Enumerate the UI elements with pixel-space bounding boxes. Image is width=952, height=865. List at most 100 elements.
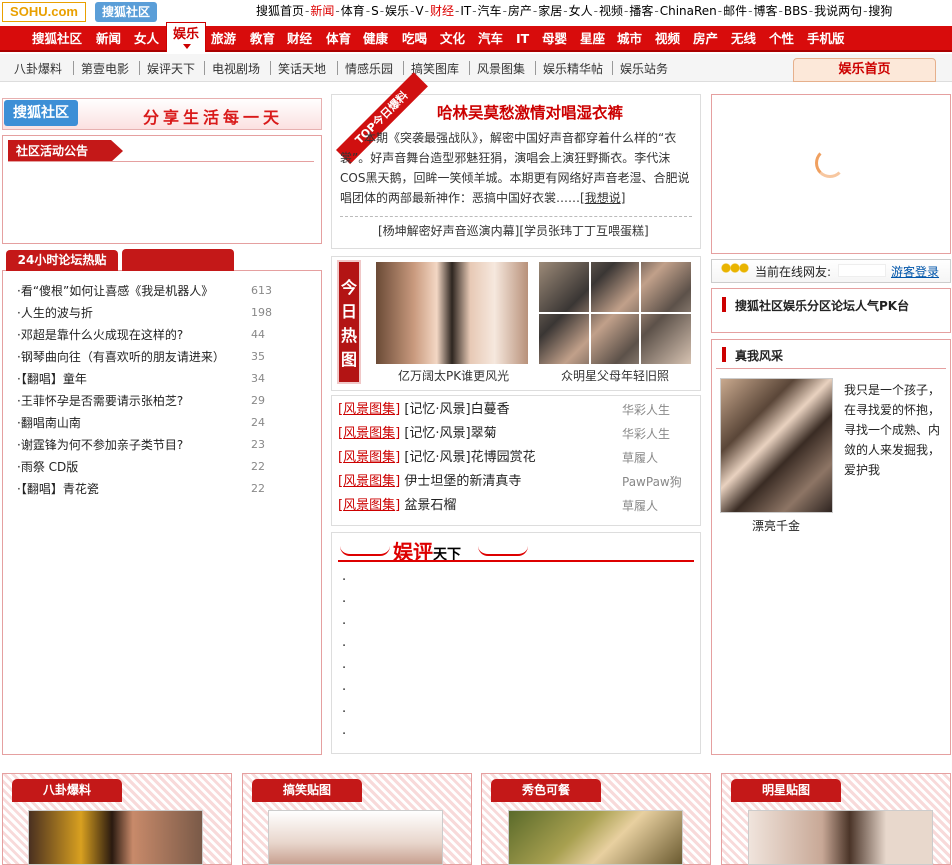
main-nav-item[interactable]: IT	[516, 26, 529, 52]
sohu-logo[interactable]: SOHU.com	[2, 2, 86, 22]
review-item[interactable]: ·	[342, 614, 346, 636]
scenery-tag[interactable]: [风景图集]	[338, 498, 400, 513]
top-link[interactable]: 娱乐	[385, 4, 409, 18]
main-nav-item[interactable]: 星座	[580, 26, 605, 52]
review-item[interactable]: ·	[342, 570, 346, 592]
main-nav-item[interactable]: 女人	[134, 26, 159, 52]
main-nav-active-tab[interactable]: 娱乐	[166, 22, 206, 52]
sub-nav-item[interactable]: 第壹电影	[81, 60, 129, 77]
hot-post-title[interactable]: ·雨祭 CD版	[17, 456, 78, 478]
review-item[interactable]: ·	[342, 680, 346, 702]
sub-nav-item[interactable]: 笑话天地	[278, 60, 326, 77]
scenery-title[interactable]: [记忆·风景]翠菊	[404, 426, 496, 441]
main-nav-item[interactable]: 新闻	[96, 26, 121, 52]
top-story-title[interactable]: 哈林吴莫愁激情对唱湿衣裤	[437, 101, 623, 123]
pk-title[interactable]: 搜狐社区娱乐分区论坛人气PK台	[735, 297, 909, 314]
sub-nav-item[interactable]: 电视剧场	[212, 60, 260, 77]
top-story-related-links[interactable]: [杨坤解密好声音巡演内幕][学员张玮丁丁互喂蛋糕]	[378, 222, 649, 239]
review-item[interactable]: ·	[342, 592, 346, 614]
hot-post-row[interactable]: ·钢琴曲向往（有喜欢听的朋友请进来） 35	[17, 346, 307, 368]
star-name[interactable]: 漂亮千金	[752, 517, 800, 534]
scenery-title[interactable]: 盆景石榴	[404, 498, 456, 513]
scenery-user[interactable]: 草履人	[622, 446, 658, 470]
review-item[interactable]: ·	[342, 658, 346, 680]
hot-posts-title[interactable]: 24小时论坛热贴	[6, 250, 118, 271]
photo-star-parents[interactable]	[539, 262, 691, 364]
photo-caption-1[interactable]: 亿万阔太PK谁更风光	[398, 367, 509, 384]
hot-post-title[interactable]: ·人生的波与折	[17, 302, 93, 324]
bottom-photo-stars[interactable]	[748, 810, 933, 865]
top-story-more-link[interactable]: 我想说	[585, 191, 621, 205]
top-link[interactable]: 播客	[629, 4, 653, 18]
scenery-row[interactable]: [风景图集] [记忆·风景]翠菊 华彩人生	[338, 422, 694, 446]
bottom-tab-beauty[interactable]: 秀色可餐	[491, 779, 601, 802]
photo-caption-2[interactable]: 众明星父母年轻旧照	[561, 367, 669, 384]
main-nav-item[interactable]: 汽车	[478, 26, 503, 52]
star-photo[interactable]	[720, 378, 833, 513]
hot-post-row[interactable]: ·邓超是靠什么火成现在这样的? 44	[17, 324, 307, 346]
main-nav-item[interactable]: 教育	[250, 26, 275, 52]
main-nav-item[interactable]: 视频	[655, 26, 680, 52]
scenery-tag[interactable]: [风景图集]	[338, 402, 400, 417]
scenery-user[interactable]: 华彩人生	[622, 422, 670, 446]
top-link[interactable]: IT	[460, 4, 471, 18]
top-link[interactable]: S	[371, 4, 379, 18]
bottom-tab-stars[interactable]: 明星贴图	[731, 779, 841, 802]
top-link[interactable]: ChinaRen	[660, 4, 717, 18]
star-title[interactable]: 真我风采	[735, 347, 783, 364]
hot-post-row[interactable]: ·谢霆锋为何不参加亲子类节目? 23	[17, 434, 307, 456]
sub-nav-item[interactable]: 娱乐站务	[620, 60, 668, 77]
hot-post-title[interactable]: ·王菲怀孕是否需要请示张柏芝?	[17, 390, 183, 412]
scenery-row[interactable]: [风景图集] [记忆·风景]白蔓香 华彩人生	[338, 398, 694, 422]
top-link[interactable]: 新闻	[310, 4, 334, 18]
hot-post-row[interactable]: ·人生的波与折 198	[17, 302, 307, 324]
hot-post-title[interactable]: ·【翻唱】青花瓷	[17, 478, 99, 500]
scenery-title[interactable]: [记忆·风景]花博园赏花	[404, 450, 535, 465]
main-nav-item[interactable]: 旅游	[211, 26, 236, 52]
scenery-tag[interactable]: [风景图集]	[338, 426, 400, 441]
review-item[interactable]: ·	[342, 724, 346, 746]
main-nav-item[interactable]: 吃喝	[402, 26, 427, 52]
top-link[interactable]: 家居	[538, 4, 562, 18]
hot-post-row[interactable]: ·【翻唱】童年 34	[17, 368, 307, 390]
sub-nav-item[interactable]: 情感乐园	[345, 60, 393, 77]
bottom-tab-funny[interactable]: 搞笑贴图	[252, 779, 362, 802]
top-link[interactable]: 体育	[341, 4, 365, 18]
scenery-tag[interactable]: [风景图集]	[338, 450, 400, 465]
top-link[interactable]: BBS	[784, 4, 808, 18]
top-link[interactable]: 我说两句	[814, 4, 862, 18]
top-link[interactable]: V	[415, 4, 423, 18]
scenery-row[interactable]: [风景图集] 盆景石榴 草履人	[338, 494, 694, 518]
main-nav-item[interactable]: 财经	[287, 26, 312, 52]
hot-post-title[interactable]: ·翻唱南山南	[17, 412, 81, 434]
main-nav-item[interactable]: 文化	[440, 26, 465, 52]
scenery-row[interactable]: [风景图集] [记忆·风景]花博园赏花 草履人	[338, 446, 694, 470]
hot-posts-tab-inactive[interactable]	[122, 249, 234, 271]
scenery-tag[interactable]: [风景图集]	[338, 474, 400, 489]
top-link[interactable]: 视频	[599, 4, 623, 18]
top-link[interactable]: 财经	[430, 4, 454, 18]
bottom-photo-gossip[interactable]	[28, 810, 203, 865]
scenery-title[interactable]: [记忆·风景]白蔓香	[404, 402, 509, 417]
review-item[interactable]: ·	[342, 636, 346, 658]
scenery-title[interactable]: 伊士坦堡的新清真寺	[404, 474, 521, 489]
hot-post-title[interactable]: ·【翻唱】童年	[17, 368, 87, 390]
sub-nav-item[interactable]: 八卦爆料	[14, 60, 62, 77]
hot-post-title[interactable]: ·钢琴曲向往（有喜欢听的朋友请进来）	[17, 346, 225, 368]
top-link[interactable]: 女人	[569, 4, 593, 18]
main-nav-item[interactable]: 房产	[693, 26, 718, 52]
top-link[interactable]: 房产	[508, 4, 532, 18]
top-link[interactable]: 搜狐首页	[256, 4, 304, 18]
hot-post-row[interactable]: ·王菲怀孕是否需要请示张柏芝? 29	[17, 390, 307, 412]
top-link[interactable]: 汽车	[478, 4, 502, 18]
review-item[interactable]: ·	[342, 702, 346, 724]
hot-post-title[interactable]: ·邓超是靠什么火成现在这样的?	[17, 324, 183, 346]
scenery-user[interactable]: 草履人	[622, 494, 658, 518]
scenery-row[interactable]: [风景图集] 伊士坦堡的新清真寺 PawPaw狗	[338, 470, 694, 494]
sub-nav-item[interactable]: 搞笑图库	[411, 60, 459, 77]
hot-post-title[interactable]: ·谢霆锋为何不参加亲子类节目?	[17, 434, 183, 456]
bottom-photo-funny[interactable]	[268, 810, 443, 865]
entertainment-home-button[interactable]: 娱乐首页	[793, 58, 936, 82]
top-link[interactable]: 搜狗	[868, 4, 892, 18]
main-nav-item[interactable]: 城市	[617, 26, 642, 52]
